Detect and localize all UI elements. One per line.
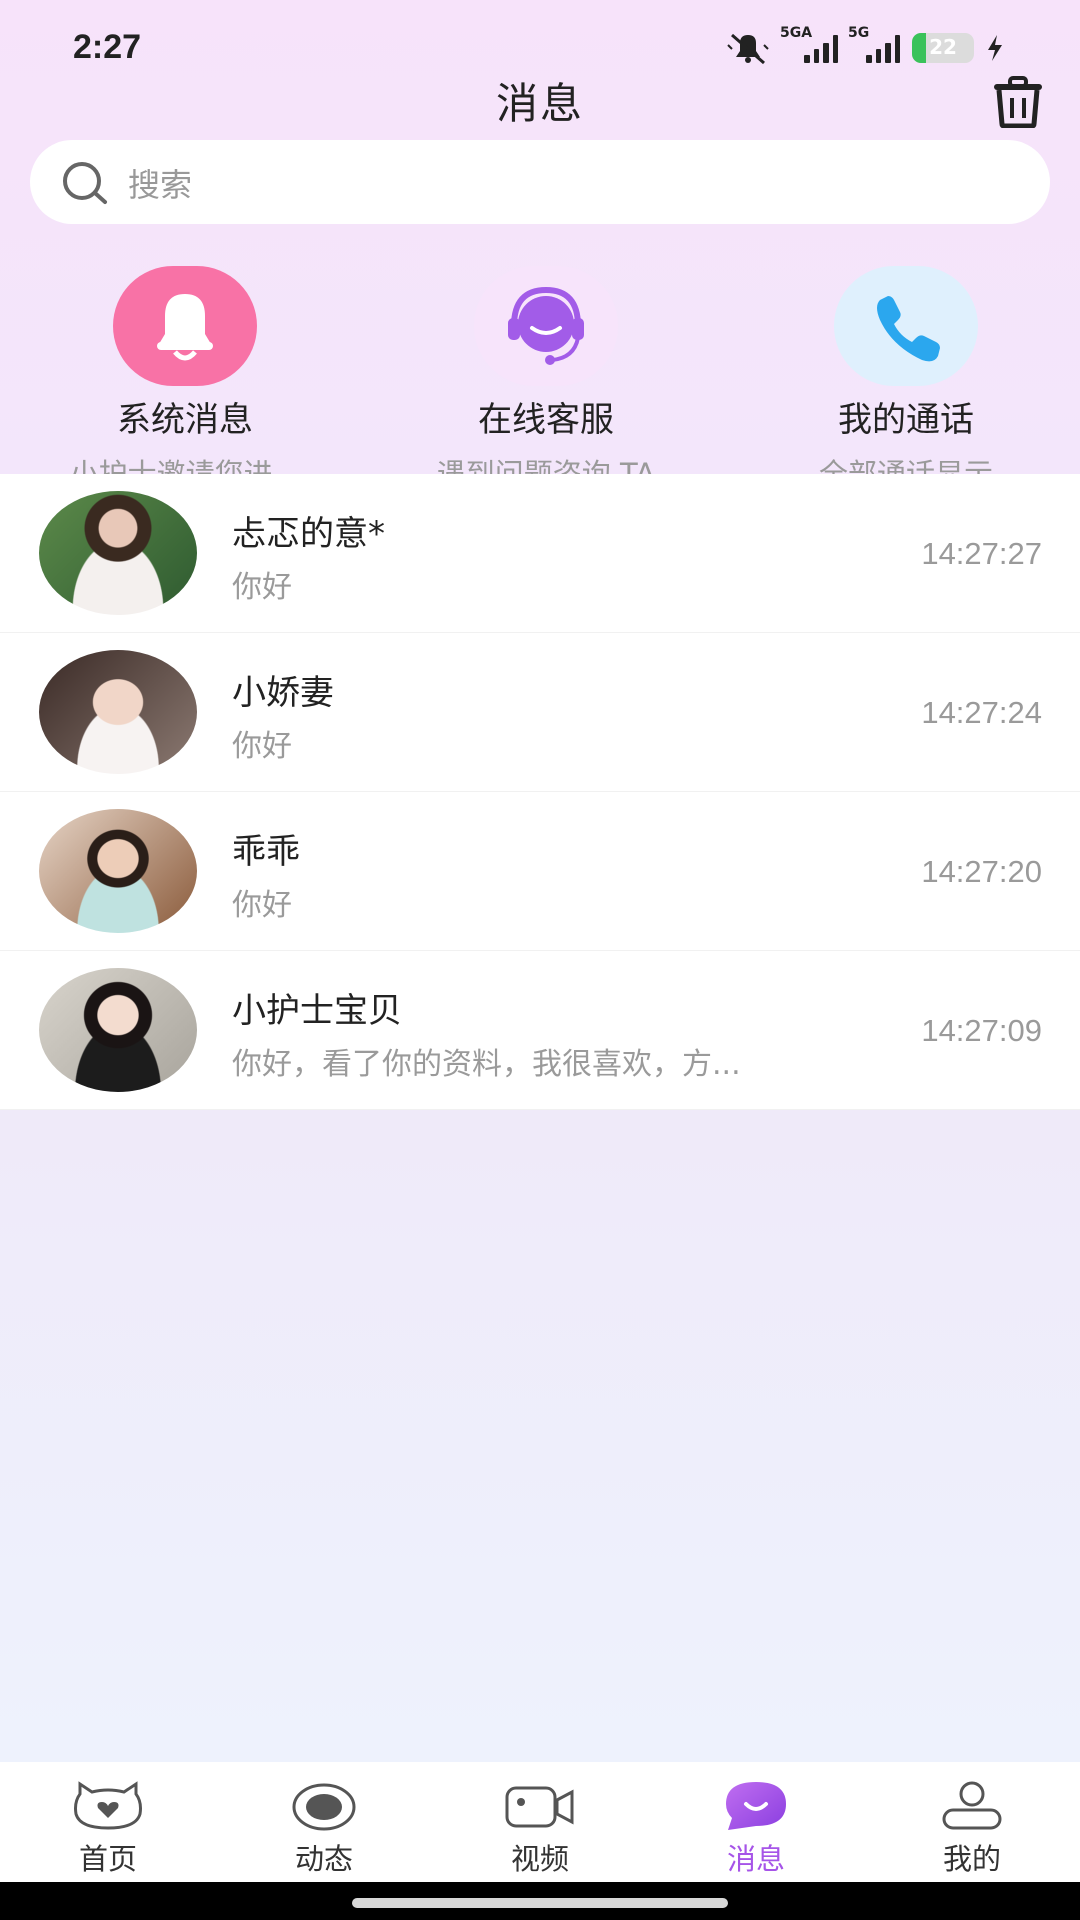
list-item[interactable]: 小娇妻 你好 14:27:24	[0, 633, 1080, 792]
nav-label: 我的	[942, 1842, 1001, 1876]
list-item[interactable]: 小护士宝贝 你好，看了你的资料，我很喜欢，方... 14:27:09	[0, 951, 1080, 1110]
nav-label: 首页	[78, 1842, 137, 1876]
message-time: 14:27:09	[921, 1013, 1042, 1048]
battery-percent: 22	[929, 35, 957, 59]
chat-bubble-icon	[726, 1782, 786, 1830]
contact-name: 忐忑的意*	[232, 514, 385, 554]
signal-icon: 5G	[848, 25, 900, 63]
last-message: 你好	[232, 729, 292, 764]
avatar[interactable]	[39, 650, 197, 774]
trash-icon[interactable]	[990, 76, 1046, 128]
list-item[interactable]: 忐忑的意* 你好 14:27:27	[0, 474, 1080, 633]
message-time: 14:27:27	[921, 536, 1042, 571]
nav-label: 视频	[510, 1842, 569, 1876]
eye-icon	[292, 1783, 356, 1831]
video-camera-icon	[505, 1786, 574, 1828]
quick-entry-system-messages[interactable]: 系统消息 小护士邀请您进...	[15, 266, 355, 493]
battery-icon: 22	[912, 33, 974, 63]
nav-label: 消息	[726, 1842, 785, 1876]
cat-home-icon	[74, 1781, 142, 1830]
quick-entry-customer-service[interactable]: 在线客服 遇到问题咨询 TA	[376, 266, 716, 493]
conversation-list: 忐忑的意* 你好 14:27:27 小娇妻 你好 14:27:24 乖乖 你好 …	[0, 474, 1080, 1110]
list-item[interactable]: 乖乖 你好 14:27:20	[0, 792, 1080, 951]
avatar[interactable]	[39, 809, 197, 933]
quick-entry-my-calls[interactable]: 我的通话 全部通话显示	[736, 266, 1076, 493]
message-time: 14:27:24	[921, 695, 1042, 730]
quick-entry-title: 系统消息	[117, 400, 253, 440]
signal-icon: 5GA	[780, 25, 838, 63]
last-message: 你好	[232, 888, 292, 923]
signal-label-2: 5G	[848, 25, 870, 41]
phone-icon	[834, 266, 978, 386]
status-time: 2:27	[73, 28, 142, 66]
avatar[interactable]	[39, 968, 197, 1092]
bottom-nav: 首页 动态 视频 消息 我的	[0, 1762, 1080, 1882]
last-message: 你好	[232, 570, 292, 605]
last-message: 你好，看了你的资料，我很喜欢，方...	[232, 1047, 741, 1082]
quick-entry-title: 我的通话	[838, 400, 974, 440]
nav-item-feed[interactable]: 动态	[216, 1780, 432, 1878]
home-indicator[interactable]	[352, 1898, 728, 1908]
signal-label-1: 5GA	[780, 25, 813, 41]
charging-bolt-icon	[988, 35, 1002, 61]
nav-label: 动态	[294, 1842, 353, 1876]
bell-icon	[113, 266, 257, 386]
nav-item-video[interactable]: 视频	[432, 1780, 648, 1878]
nav-item-home[interactable]: 首页	[0, 1780, 216, 1878]
contact-name: 乖乖	[232, 832, 300, 872]
contact-name: 小娇妻	[232, 673, 334, 713]
page-title: 消息	[495, 79, 584, 128]
mute-bell-icon	[727, 33, 769, 65]
nav-item-messages[interactable]: 消息	[648, 1780, 864, 1878]
search-placeholder: 搜索	[128, 166, 193, 204]
nav-item-profile[interactable]: 我的	[864, 1780, 1080, 1878]
person-icon	[942, 1781, 1002, 1830]
headset-agent-icon	[474, 266, 618, 386]
contact-name: 小护士宝贝	[232, 991, 402, 1031]
avatar[interactable]	[39, 491, 197, 615]
status-icons: 5GA 5G 22	[726, 25, 1004, 66]
search-icon	[63, 162, 107, 204]
quick-entry-title: 在线客服	[478, 400, 614, 440]
message-time: 14:27:20	[921, 854, 1042, 889]
